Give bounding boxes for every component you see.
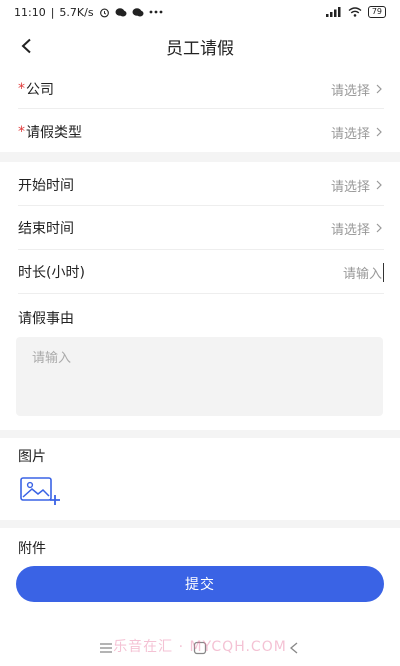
required-mark: * (18, 124, 25, 140)
back-nav-button[interactable] (282, 636, 306, 660)
home-nav-button[interactable] (188, 636, 212, 660)
back-arrow-icon (21, 38, 31, 54)
divider (18, 249, 384, 250)
back-button[interactable] (12, 32, 40, 60)
start-time-placeholder: 请选择 (330, 179, 370, 195)
section-separator (0, 520, 400, 528)
company-label: * 公司 (18, 79, 54, 99)
duration-input[interactable]: 请输入 (343, 262, 384, 282)
reason-label: 请假事由 (18, 311, 74, 327)
images-label: 图片 (18, 449, 46, 465)
start-time-label: 开始时间 (18, 178, 74, 194)
menu-icon (100, 643, 112, 653)
company-value: 请选择 (331, 80, 384, 99)
leave-type-placeholder: 请选择 (330, 126, 370, 142)
add-image-button[interactable] (20, 477, 62, 507)
attachments-label: 附件 (18, 541, 46, 557)
menu-nav-button[interactable] (94, 636, 118, 660)
add-image-icon (20, 477, 60, 505)
signal-icon (325, 7, 342, 17)
back-triangle-icon (289, 642, 298, 654)
wechat-icon (115, 7, 127, 18)
end-time-value: 请选择 (331, 219, 384, 238)
company-label-text: 公司 (26, 82, 54, 98)
title-bar: 员工请假 (0, 24, 400, 68)
chevron-right-icon (376, 223, 382, 233)
leave-type-label: * 请假类型 (18, 122, 82, 142)
divider (18, 205, 384, 206)
duration-label: 时长(小时) (18, 265, 85, 281)
leave-type-label-text: 请假类型 (26, 125, 82, 141)
home-square-icon (193, 641, 207, 655)
duration-row: 时长(小时) 请输入 (18, 253, 384, 291)
required-mark: * (18, 81, 25, 97)
divider (18, 293, 384, 294)
leave-type-value: 请选择 (331, 123, 384, 142)
divider (18, 108, 384, 109)
company-placeholder: 请选择 (330, 83, 370, 99)
company-select-row[interactable]: * 公司 请选择 (18, 70, 384, 108)
status-network-speed: 5.7K/s (59, 5, 94, 19)
end-time-select-row[interactable]: 结束时间 请选择 (18, 209, 384, 247)
chevron-right-icon (376, 180, 382, 190)
wechat-icon-2 (132, 7, 144, 18)
leave-type-select-row[interactable]: * 请假类型 请选择 (18, 113, 384, 151)
wifi-icon (348, 7, 362, 17)
section-separator (0, 152, 400, 162)
page-title: 员工请假 (166, 38, 234, 59)
section-separator (0, 430, 400, 438)
status-right: 79 (325, 6, 386, 18)
end-time-placeholder: 请选择 (330, 222, 370, 238)
start-time-value: 请选择 (331, 176, 384, 195)
status-separator: | (50, 5, 55, 19)
start-time-select-row[interactable]: 开始时间 请选择 (18, 166, 384, 204)
status-time: 11:10 (14, 5, 46, 19)
chevron-right-icon (376, 127, 382, 137)
chevron-right-icon (376, 84, 382, 94)
status-bar: 11:10 | 5.7K/s 79 (0, 0, 400, 24)
status-left: 11:10 | 5.7K/s (14, 6, 163, 19)
system-nav-bar (0, 630, 400, 666)
end-time-label: 结束时间 (18, 221, 74, 237)
submit-button[interactable]: 提交 (16, 566, 384, 602)
more-icon (149, 10, 163, 14)
reason-textarea[interactable]: 请输入 (16, 337, 383, 416)
alarm-icon (99, 7, 110, 18)
battery-indicator: 79 (367, 6, 386, 18)
reason-placeholder: 请输入 (32, 351, 72, 366)
